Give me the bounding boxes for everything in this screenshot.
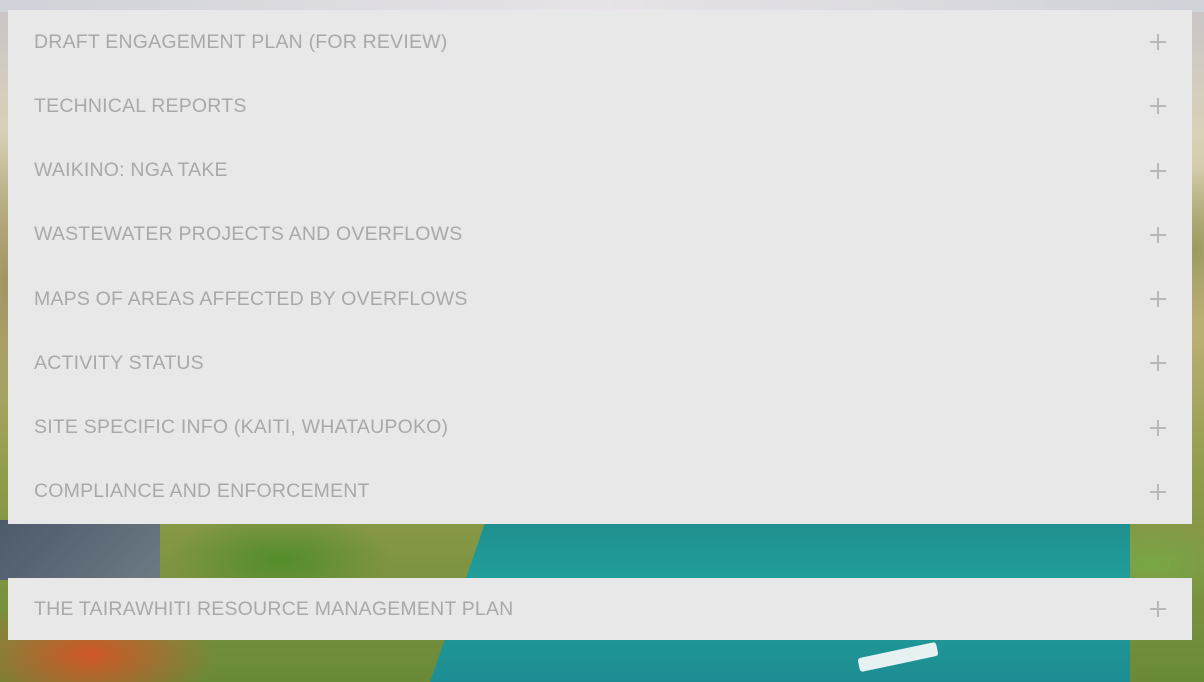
accordion-item-label: WASTEWATER PROJECTS AND OVERFLOWS	[34, 223, 463, 246]
accordion-item-technical-reports[interactable]: TECHNICAL REPORTS	[8, 74, 1192, 138]
accordion-item-label: SITE SPECIFIC INFO (KAITI, WHATAUPOKO)	[34, 416, 449, 439]
plus-icon[interactable]	[1150, 162, 1166, 179]
accordion-item-label: TECHNICAL REPORTS	[34, 94, 247, 117]
accordion-item-label: ACTIVITY STATUS	[34, 351, 204, 374]
accordion-item-maps-of-areas[interactable]: MAPS OF AREAS AFFECTED BY OVERFLOWS	[8, 267, 1192, 331]
plus-icon[interactable]	[1150, 98, 1166, 115]
accordion-item-site-specific-info[interactable]: SITE SPECIFIC INFO (KAITI, WHATAUPOKO)	[8, 396, 1192, 460]
accordion-item-activity-status[interactable]: ACTIVITY STATUS	[8, 331, 1192, 395]
accordion-item-resource-management-plan[interactable]: THE TAIRAWHITI RESOURCE MANAGEMENT PLAN	[8, 578, 1192, 640]
accordion-item-label: WAIKINO: NGA TAKE	[34, 159, 228, 182]
plus-icon[interactable]	[1150, 355, 1166, 372]
accordion-item-wastewater-projects[interactable]: WASTEWATER PROJECTS AND OVERFLOWS	[8, 203, 1192, 267]
accordion-item-label: THE TAIRAWHITI RESOURCE MANAGEMENT PLAN	[34, 597, 514, 620]
plus-icon[interactable]	[1150, 483, 1166, 500]
plus-icon[interactable]	[1150, 419, 1166, 436]
plus-icon[interactable]	[1150, 34, 1166, 51]
accordion-item-compliance-enforcement[interactable]: COMPLIANCE AND ENFORCEMENT	[8, 460, 1192, 524]
accordion-item-label: DRAFT ENGAGEMENT PLAN (FOR REVIEW)	[34, 30, 448, 53]
accordion-item-label: MAPS OF AREAS AFFECTED BY OVERFLOWS	[34, 287, 468, 310]
background-road	[0, 520, 160, 580]
accordion-item-label: COMPLIANCE AND ENFORCEMENT	[34, 480, 370, 503]
plus-icon[interactable]	[1150, 601, 1166, 617]
accordion-panel: DRAFT ENGAGEMENT PLAN (FOR REVIEW) TECHN…	[8, 10, 1192, 524]
accordion-item-waikino-nga-take[interactable]: WAIKINO: NGA TAKE	[8, 139, 1192, 203]
secondary-accordion-panel: THE TAIRAWHITI RESOURCE MANAGEMENT PLAN	[8, 578, 1192, 640]
plus-icon[interactable]	[1150, 226, 1166, 243]
plus-icon[interactable]	[1150, 291, 1166, 308]
accordion-item-draft-engagement-plan[interactable]: DRAFT ENGAGEMENT PLAN (FOR REVIEW)	[8, 10, 1192, 74]
